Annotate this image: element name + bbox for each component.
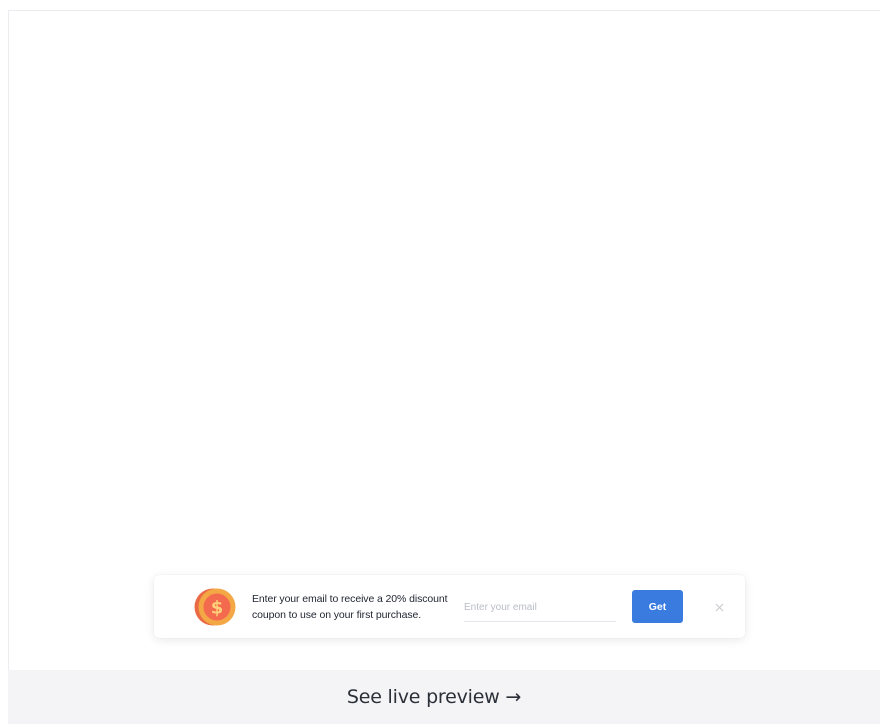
discount-message: Enter your email to receive a 20% discou… — [252, 593, 448, 621]
dollar-coin-icon: $ — [194, 587, 236, 627]
discount-popup: $ Enter your email to receive a 20% disc… — [154, 575, 745, 638]
get-button[interactable]: Get — [632, 590, 683, 623]
close-icon[interactable] — [711, 599, 727, 615]
email-input[interactable] — [464, 596, 616, 622]
preview-frame — [8, 10, 880, 670]
footer-bar: See live preview → — [8, 670, 880, 724]
coin-symbol: $ — [211, 598, 224, 619]
live-preview-link[interactable]: See live preview → — [347, 686, 521, 708]
